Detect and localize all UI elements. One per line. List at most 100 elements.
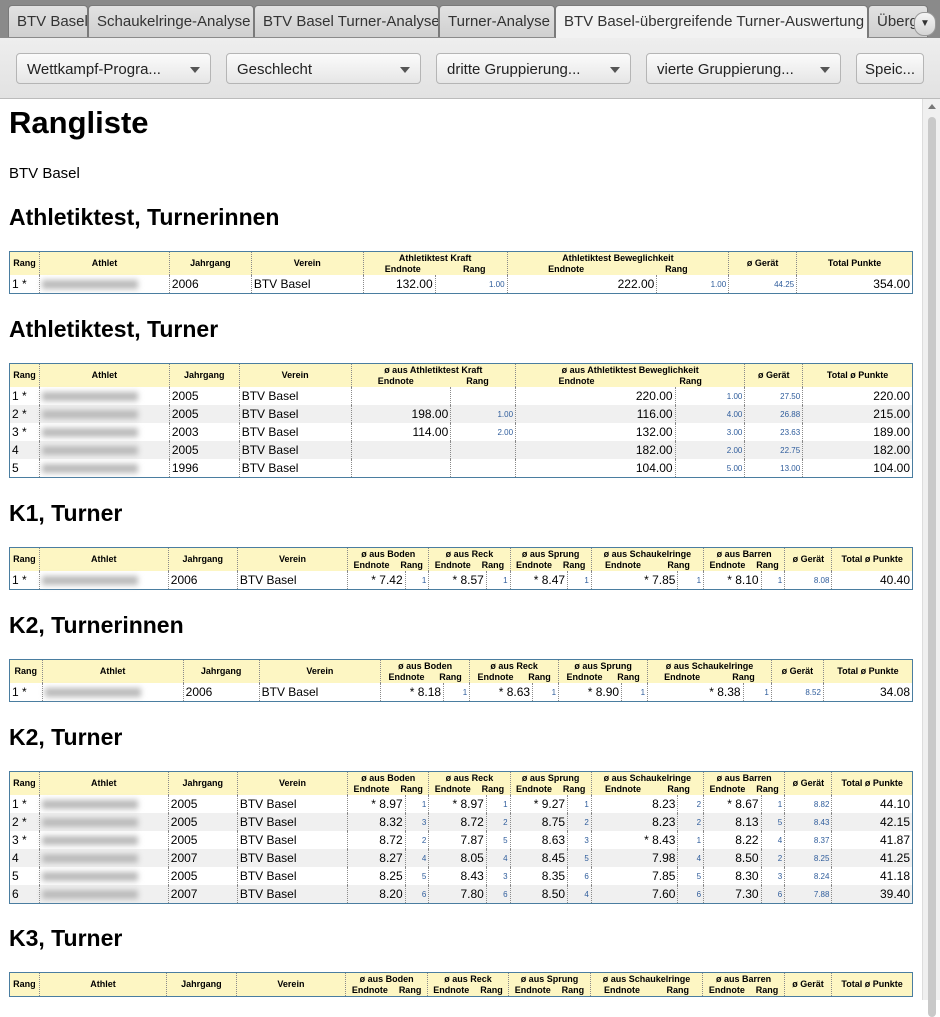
ranking-table-athletik-turnerinnen: Rang Athlet Jahrgang Verein Athletiktest… bbox=[9, 251, 913, 294]
col-total: Total ø Punkte bbox=[831, 771, 913, 795]
col-athlet: Athlet bbox=[39, 972, 168, 997]
col-geraet: ø Gerät bbox=[744, 363, 804, 387]
vierte-gruppierung-dropdown[interactable]: vierte Gruppierung... bbox=[646, 53, 841, 84]
section-title: K1, Turner bbox=[9, 500, 123, 526]
col-jahrgang: Jahrgang bbox=[169, 251, 252, 275]
tab-overflow-menu-icon[interactable]: ▼ bbox=[914, 12, 936, 36]
col-jahrgang: Jahrgang bbox=[166, 972, 237, 997]
col-geraet: ø Gerät bbox=[784, 547, 833, 571]
ranking-table-k2-turner: Rang Athlet Jahrgang Verein ø aus Boden Endno… bbox=[9, 771, 913, 904]
table-row: 1 * 2005 BTV Basel * 8.97 1 * 8.97 1 * 9.27 1 8.2… bbox=[9, 795, 913, 813]
table-row: 1 * 2006 BTV Basel * 7.42 1 * 8.57 1 * 8.47 1 * 7… bbox=[9, 571, 913, 590]
col-verein: Verein bbox=[237, 547, 349, 571]
col-total: Total ø Punkte bbox=[831, 547, 913, 571]
col-geraet: ø Gerät bbox=[784, 771, 833, 795]
col-group-schaukel: ø aus Schaukelringe Endnote Rang bbox=[591, 547, 705, 571]
col-group-avg-kraft: ø aus Athletiktest Kraft Endnote Rang bbox=[351, 363, 517, 387]
col-athlet: Athlet bbox=[39, 363, 170, 387]
table-row: 2 * 2005 BTV Basel 8.32 3 8.72 2 8.75 2 8.23 2 8.13… bbox=[9, 813, 913, 831]
col-rang: Rang bbox=[9, 659, 43, 683]
athlete-name-redacted bbox=[41, 428, 138, 438]
tab-turner-analyse[interactable]: Turner-Analyse bbox=[439, 5, 555, 37]
vertical-scrollbar[interactable] bbox=[922, 99, 940, 1017]
scroll-up-arrow-icon[interactable] bbox=[928, 104, 936, 109]
col-group-boden: ø aus Boden Endnote Rang bbox=[347, 547, 430, 571]
chevron-down-icon bbox=[820, 67, 830, 73]
club-name: BTV Basel bbox=[9, 165, 80, 182]
col-group-reck: ø aus Reck Endnote Rang bbox=[427, 972, 510, 997]
tab-schaukelringe-analyse[interactable]: Schaukelringe-Analyse bbox=[88, 5, 254, 37]
col-verein: Verein bbox=[236, 972, 347, 997]
dropdown-label: Wettkampf-Progra... bbox=[27, 61, 161, 78]
athlete-name-redacted bbox=[41, 576, 138, 586]
section-title: K2, Turnerinnen bbox=[9, 612, 184, 638]
col-group-schaukel: ø aus Schaukelringe Endnote Rang bbox=[591, 771, 705, 795]
dritte-gruppierung-dropdown[interactable]: dritte Gruppierung... bbox=[436, 53, 631, 84]
col-group-avg-beweglichkeit: ø aus Athletiktest Beweglichkeit Endnote R… bbox=[515, 363, 746, 387]
section-title: K2, Turner bbox=[9, 724, 123, 750]
tab-btv-basel[interactable]: BTV Basel bbox=[8, 5, 88, 37]
col-total: Total ø Punkte bbox=[823, 659, 913, 683]
ranking-table-k2-turnerinnen: Rang Athlet Jahrgang Verein ø aus Boden Endno… bbox=[9, 659, 913, 702]
table-row: 5 1996 BTV Basel 104.00 5.00 13.00 104.00 bbox=[9, 459, 913, 478]
table-row: 1 * 2006 BTV Basel 132.00 1.00 222.00 1.00 4… bbox=[9, 275, 913, 294]
col-group-sprung: ø aus Sprung Endnote Rang bbox=[510, 547, 592, 571]
athlete-name-redacted bbox=[41, 392, 138, 402]
wettkampf-programm-dropdown[interactable]: Wettkampf-Progra... bbox=[16, 53, 211, 84]
col-verein: Verein bbox=[251, 251, 364, 275]
col-group-beweglichkeit: Athletiktest Beweglichkeit Endnote Rang bbox=[507, 251, 730, 275]
ranking-table-k3-turner: Rang Athlet Jahrgang Verein ø aus Boden Endno… bbox=[9, 972, 913, 997]
dropdown-label: dritte Gruppierung... bbox=[447, 61, 581, 78]
col-group-reck: ø aus Reck Endnote Rang bbox=[428, 771, 511, 795]
col-jahrgang: Jahrgang bbox=[183, 659, 260, 683]
col-group-schaukel: ø aus Schaukelringe Endnote Rang bbox=[647, 659, 772, 683]
athlete-name-redacted bbox=[41, 800, 138, 810]
dropdown-label: vierte Gruppierung... bbox=[657, 61, 794, 78]
table-body: 1 * 2005 BTV Basel 220.00 1.00 27.50 220.00 2 *… bbox=[9, 387, 913, 478]
table-row: 3 * 2005 BTV Basel 8.72 2 7.87 5 8.63 3 * 8.43 1 8.… bbox=[9, 831, 913, 849]
col-athlet: Athlet bbox=[39, 251, 170, 275]
col-group-sprung: ø aus Sprung Endnote Rang bbox=[508, 972, 591, 997]
tab-uebergreifende-auswertung[interactable]: BTV Basel-übergreifende Turner-Auswertun… bbox=[555, 5, 868, 38]
chevron-down-icon bbox=[610, 67, 620, 73]
col-group-reck: ø aus Reck Endnote Rang bbox=[469, 659, 560, 683]
tab-btv-basel-turner-analyse[interactable]: BTV Basel Turner-Analyse bbox=[254, 5, 439, 37]
chevron-down-icon bbox=[400, 67, 410, 73]
table-row: 4 2007 BTV Basel 8.27 4 8.05 4 8.45 5 7.98 4 8.50 2 8… bbox=[9, 849, 913, 867]
geschlecht-dropdown[interactable]: Geschlecht bbox=[226, 53, 421, 84]
table-row: 3 * 2003 BTV Basel 114.00 2.00 132.00 3.00 23.6… bbox=[9, 423, 913, 441]
col-jahrgang: Jahrgang bbox=[168, 547, 238, 571]
col-rang: Rang bbox=[9, 547, 40, 571]
col-group-barren: ø aus Barren Endnote Rang bbox=[703, 547, 786, 571]
col-athlet: Athlet bbox=[39, 547, 169, 571]
athlete-name-redacted bbox=[44, 688, 141, 698]
col-athlet: Athlet bbox=[42, 659, 184, 683]
report-content: Rangliste BTV Basel Athletiktest, Turner… bbox=[0, 99, 922, 1000]
col-total: Total ø Punkte bbox=[802, 363, 913, 387]
col-group-reck: ø aus Reck Endnote Rang bbox=[428, 547, 511, 571]
page-title: Rangliste bbox=[9, 105, 149, 140]
col-group-sprung: ø aus Sprung Endnote Rang bbox=[558, 659, 649, 683]
section-title: Athletiktest, Turnerinnen bbox=[9, 204, 280, 230]
section-title: Athletiktest, Turner bbox=[9, 316, 219, 342]
tab-bar: BTV Basel Schaukelringe-Analyse BTV Base… bbox=[0, 0, 940, 38]
table-row: 1 * 2005 BTV Basel 220.00 1.00 27.50 220.00 bbox=[9, 387, 913, 405]
ranking-table-athletik-turner: Rang Athlet Jahrgang Verein ø aus Athlet… bbox=[9, 363, 913, 478]
col-geraet: ø Gerät bbox=[771, 659, 824, 683]
col-rang: Rang bbox=[9, 363, 40, 387]
scrollbar-thumb[interactable] bbox=[928, 117, 936, 1017]
table-row: 2 * 2005 BTV Basel 198.00 1.00 116.00 4.00 26.8… bbox=[9, 405, 913, 423]
dropdown-label: Geschlecht bbox=[237, 61, 313, 78]
col-group-schaukel: ø aus Schaukelringe Endnote Rang bbox=[590, 972, 704, 997]
col-jahrgang: Jahrgang bbox=[169, 363, 240, 387]
section-title: K3, Turner bbox=[9, 925, 123, 951]
col-group-boden: ø aus Boden Endnote Rang bbox=[347, 771, 430, 795]
athlete-name-redacted bbox=[41, 854, 138, 864]
col-group-sprung: ø aus Sprung Endnote Rang bbox=[510, 771, 592, 795]
col-rang: Rang bbox=[9, 251, 40, 275]
col-group-kraft: Athletiktest Kraft Endnote Rang bbox=[363, 251, 508, 275]
save-button[interactable]: Speic... bbox=[856, 53, 924, 84]
col-group-boden: ø aus Boden Endnote Rang bbox=[380, 659, 471, 683]
col-group-boden: ø aus Boden Endnote Rang bbox=[345, 972, 428, 997]
col-rang: Rang bbox=[9, 972, 40, 997]
